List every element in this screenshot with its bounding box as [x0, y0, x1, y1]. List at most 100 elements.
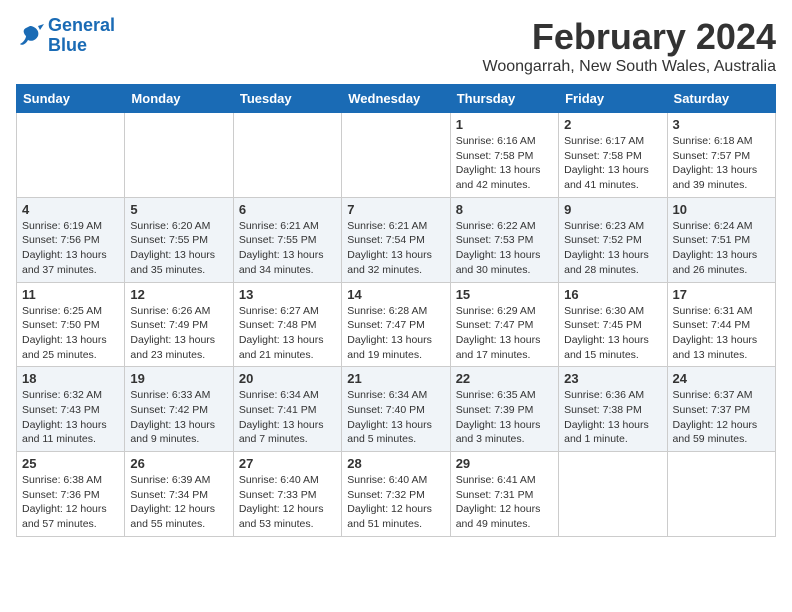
day-info: Sunrise: 6:38 AM Sunset: 7:36 PM Dayligh…	[22, 473, 119, 532]
calendar-cell: 9 Sunrise: 6:23 AM Sunset: 7:52 PM Daylig…	[559, 197, 667, 282]
day-number: 4	[22, 202, 119, 217]
calendar-cell	[667, 452, 775, 537]
day-info: Sunrise: 6:30 AM Sunset: 7:45 PM Dayligh…	[564, 304, 661, 363]
header-day: Friday	[559, 85, 667, 113]
day-info: Sunrise: 6:29 AM Sunset: 7:47 PM Dayligh…	[456, 304, 553, 363]
calendar-cell: 16 Sunrise: 6:30 AM Sunset: 7:45 PM Dayli…	[559, 282, 667, 367]
calendar-week-row: 11Sunrise: 6:25 AM Sunset: 7:50 PM Dayli…	[17, 282, 776, 367]
day-number: 26	[130, 456, 227, 471]
calendar-cell	[233, 113, 341, 198]
day-info: Sunrise: 6:39 AM Sunset: 7:34 PM Dayligh…	[130, 473, 227, 532]
day-number: 14	[347, 287, 444, 302]
day-info: Sunrise: 6:16 AM Sunset: 7:58 PM Dayligh…	[456, 134, 553, 193]
day-info: Sunrise: 6:19 AM Sunset: 7:56 PM Dayligh…	[22, 219, 119, 278]
day-number: 18	[22, 371, 119, 386]
day-info: Sunrise: 6:37 AM Sunset: 7:37 PM Dayligh…	[673, 388, 770, 447]
day-info: Sunrise: 6:25 AM Sunset: 7:50 PM Dayligh…	[22, 304, 119, 363]
day-number: 15	[456, 287, 553, 302]
day-info: Sunrise: 6:40 AM Sunset: 7:32 PM Dayligh…	[347, 473, 444, 532]
calendar-cell	[342, 113, 450, 198]
calendar-cell: 12Sunrise: 6:26 AM Sunset: 7:49 PM Dayli…	[125, 282, 233, 367]
day-number: 16	[564, 287, 661, 302]
calendar-cell: 11Sunrise: 6:25 AM Sunset: 7:50 PM Dayli…	[17, 282, 125, 367]
calendar-header: SundayMondayTuesdayWednesdayThursdayFrid…	[17, 85, 776, 113]
day-info: Sunrise: 6:35 AM Sunset: 7:39 PM Dayligh…	[456, 388, 553, 447]
calendar-cell: 15 Sunrise: 6:29 AM Sunset: 7:47 PM Dayli…	[450, 282, 558, 367]
calendar-cell: 29 Sunrise: 6:41 AM Sunset: 7:31 PM Dayli…	[450, 452, 558, 537]
header-row: SundayMondayTuesdayWednesdayThursdayFrid…	[17, 85, 776, 113]
day-info: Sunrise: 6:27 AM Sunset: 7:48 PM Dayligh…	[239, 304, 336, 363]
day-info: Sunrise: 6:34 AM Sunset: 7:40 PM Dayligh…	[347, 388, 444, 447]
calendar-cell	[125, 113, 233, 198]
calendar-cell: 26 Sunrise: 6:39 AM Sunset: 7:34 PM Dayli…	[125, 452, 233, 537]
day-number: 23	[564, 371, 661, 386]
calendar-cell: 17Sunrise: 6:31 AM Sunset: 7:44 PM Dayli…	[667, 282, 775, 367]
day-number: 5	[130, 202, 227, 217]
day-number: 3	[673, 117, 770, 132]
day-number: 13	[239, 287, 336, 302]
header-day: Saturday	[667, 85, 775, 113]
calendar-cell: 6Sunrise: 6:21 AM Sunset: 7:55 PM Daylig…	[233, 197, 341, 282]
title-block: February 2024 Woongarrah, New South Wale…	[483, 16, 776, 76]
header-day: Wednesday	[342, 85, 450, 113]
calendar-cell: 3 Sunrise: 6:18 AM Sunset: 7:57 PM Daylig…	[667, 113, 775, 198]
logo-text: General Blue	[48, 16, 115, 56]
calendar-cell: 8 Sunrise: 6:22 AM Sunset: 7:53 PM Daylig…	[450, 197, 558, 282]
calendar-cell: 10 Sunrise: 6:24 AM Sunset: 7:51 PM Dayli…	[667, 197, 775, 282]
day-info: Sunrise: 6:20 AM Sunset: 7:55 PM Dayligh…	[130, 219, 227, 278]
calendar-cell: 19 Sunrise: 6:33 AM Sunset: 7:42 PM Dayli…	[125, 367, 233, 452]
day-info: Sunrise: 6:18 AM Sunset: 7:57 PM Dayligh…	[673, 134, 770, 193]
day-info: Sunrise: 6:33 AM Sunset: 7:42 PM Dayligh…	[130, 388, 227, 447]
calendar-cell: 4 Sunrise: 6:19 AM Sunset: 7:56 PM Daylig…	[17, 197, 125, 282]
day-number: 7	[347, 202, 444, 217]
day-number: 10	[673, 202, 770, 217]
calendar-cell: 21Sunrise: 6:34 AM Sunset: 7:40 PM Dayli…	[342, 367, 450, 452]
calendar-cell: 22 Sunrise: 6:35 AM Sunset: 7:39 PM Dayli…	[450, 367, 558, 452]
day-number: 1	[456, 117, 553, 132]
day-info: Sunrise: 6:17 AM Sunset: 7:58 PM Dayligh…	[564, 134, 661, 193]
day-info: Sunrise: 6:40 AM Sunset: 7:33 PM Dayligh…	[239, 473, 336, 532]
calendar-cell: 25 Sunrise: 6:38 AM Sunset: 7:36 PM Dayli…	[17, 452, 125, 537]
calendar-cell: 20 Sunrise: 6:34 AM Sunset: 7:41 PM Dayli…	[233, 367, 341, 452]
day-number: 24	[673, 371, 770, 386]
day-info: Sunrise: 6:41 AM Sunset: 7:31 PM Dayligh…	[456, 473, 553, 532]
calendar-cell	[559, 452, 667, 537]
day-info: Sunrise: 6:23 AM Sunset: 7:52 PM Dayligh…	[564, 219, 661, 278]
day-info: Sunrise: 6:36 AM Sunset: 7:38 PM Dayligh…	[564, 388, 661, 447]
calendar-cell: 5 Sunrise: 6:20 AM Sunset: 7:55 PM Daylig…	[125, 197, 233, 282]
calendar-cell	[17, 113, 125, 198]
day-number: 2	[564, 117, 661, 132]
day-info: Sunrise: 6:24 AM Sunset: 7:51 PM Dayligh…	[673, 219, 770, 278]
calendar-cell: 28Sunrise: 6:40 AM Sunset: 7:32 PM Dayli…	[342, 452, 450, 537]
calendar-cell: 7 Sunrise: 6:21 AM Sunset: 7:54 PM Daylig…	[342, 197, 450, 282]
calendar-body: 1 Sunrise: 6:16 AM Sunset: 7:58 PM Daylig…	[17, 113, 776, 537]
day-number: 22	[456, 371, 553, 386]
calendar-cell: 1 Sunrise: 6:16 AM Sunset: 7:58 PM Daylig…	[450, 113, 558, 198]
day-info: Sunrise: 6:32 AM Sunset: 7:43 PM Dayligh…	[22, 388, 119, 447]
day-info: Sunrise: 6:31 AM Sunset: 7:44 PM Dayligh…	[673, 304, 770, 363]
day-info: Sunrise: 6:22 AM Sunset: 7:53 PM Dayligh…	[456, 219, 553, 278]
calendar-cell: 24 Sunrise: 6:37 AM Sunset: 7:37 PM Dayli…	[667, 367, 775, 452]
calendar-cell: 27 Sunrise: 6:40 AM Sunset: 7:33 PM Dayli…	[233, 452, 341, 537]
logo-icon	[16, 22, 44, 50]
header-day: Tuesday	[233, 85, 341, 113]
day-number: 27	[239, 456, 336, 471]
day-info: Sunrise: 6:21 AM Sunset: 7:54 PM Dayligh…	[347, 219, 444, 278]
calendar-table: SundayMondayTuesdayWednesdayThursdayFrid…	[16, 84, 776, 537]
calendar-week-row: 18 Sunrise: 6:32 AM Sunset: 7:43 PM Dayli…	[17, 367, 776, 452]
day-info: Sunrise: 6:26 AM Sunset: 7:49 PM Dayligh…	[130, 304, 227, 363]
page-header: General Blue February 2024 Woongarrah, N…	[16, 16, 776, 76]
day-number: 20	[239, 371, 336, 386]
calendar-title: February 2024	[483, 16, 776, 58]
day-number: 6	[239, 202, 336, 217]
day-number: 9	[564, 202, 661, 217]
calendar-cell: 14Sunrise: 6:28 AM Sunset: 7:47 PM Dayli…	[342, 282, 450, 367]
day-number: 8	[456, 202, 553, 217]
header-day: Monday	[125, 85, 233, 113]
day-number: 19	[130, 371, 227, 386]
header-day: Thursday	[450, 85, 558, 113]
day-info: Sunrise: 6:34 AM Sunset: 7:41 PM Dayligh…	[239, 388, 336, 447]
day-number: 29	[456, 456, 553, 471]
calendar-cell: 2 Sunrise: 6:17 AM Sunset: 7:58 PM Daylig…	[559, 113, 667, 198]
day-number: 25	[22, 456, 119, 471]
